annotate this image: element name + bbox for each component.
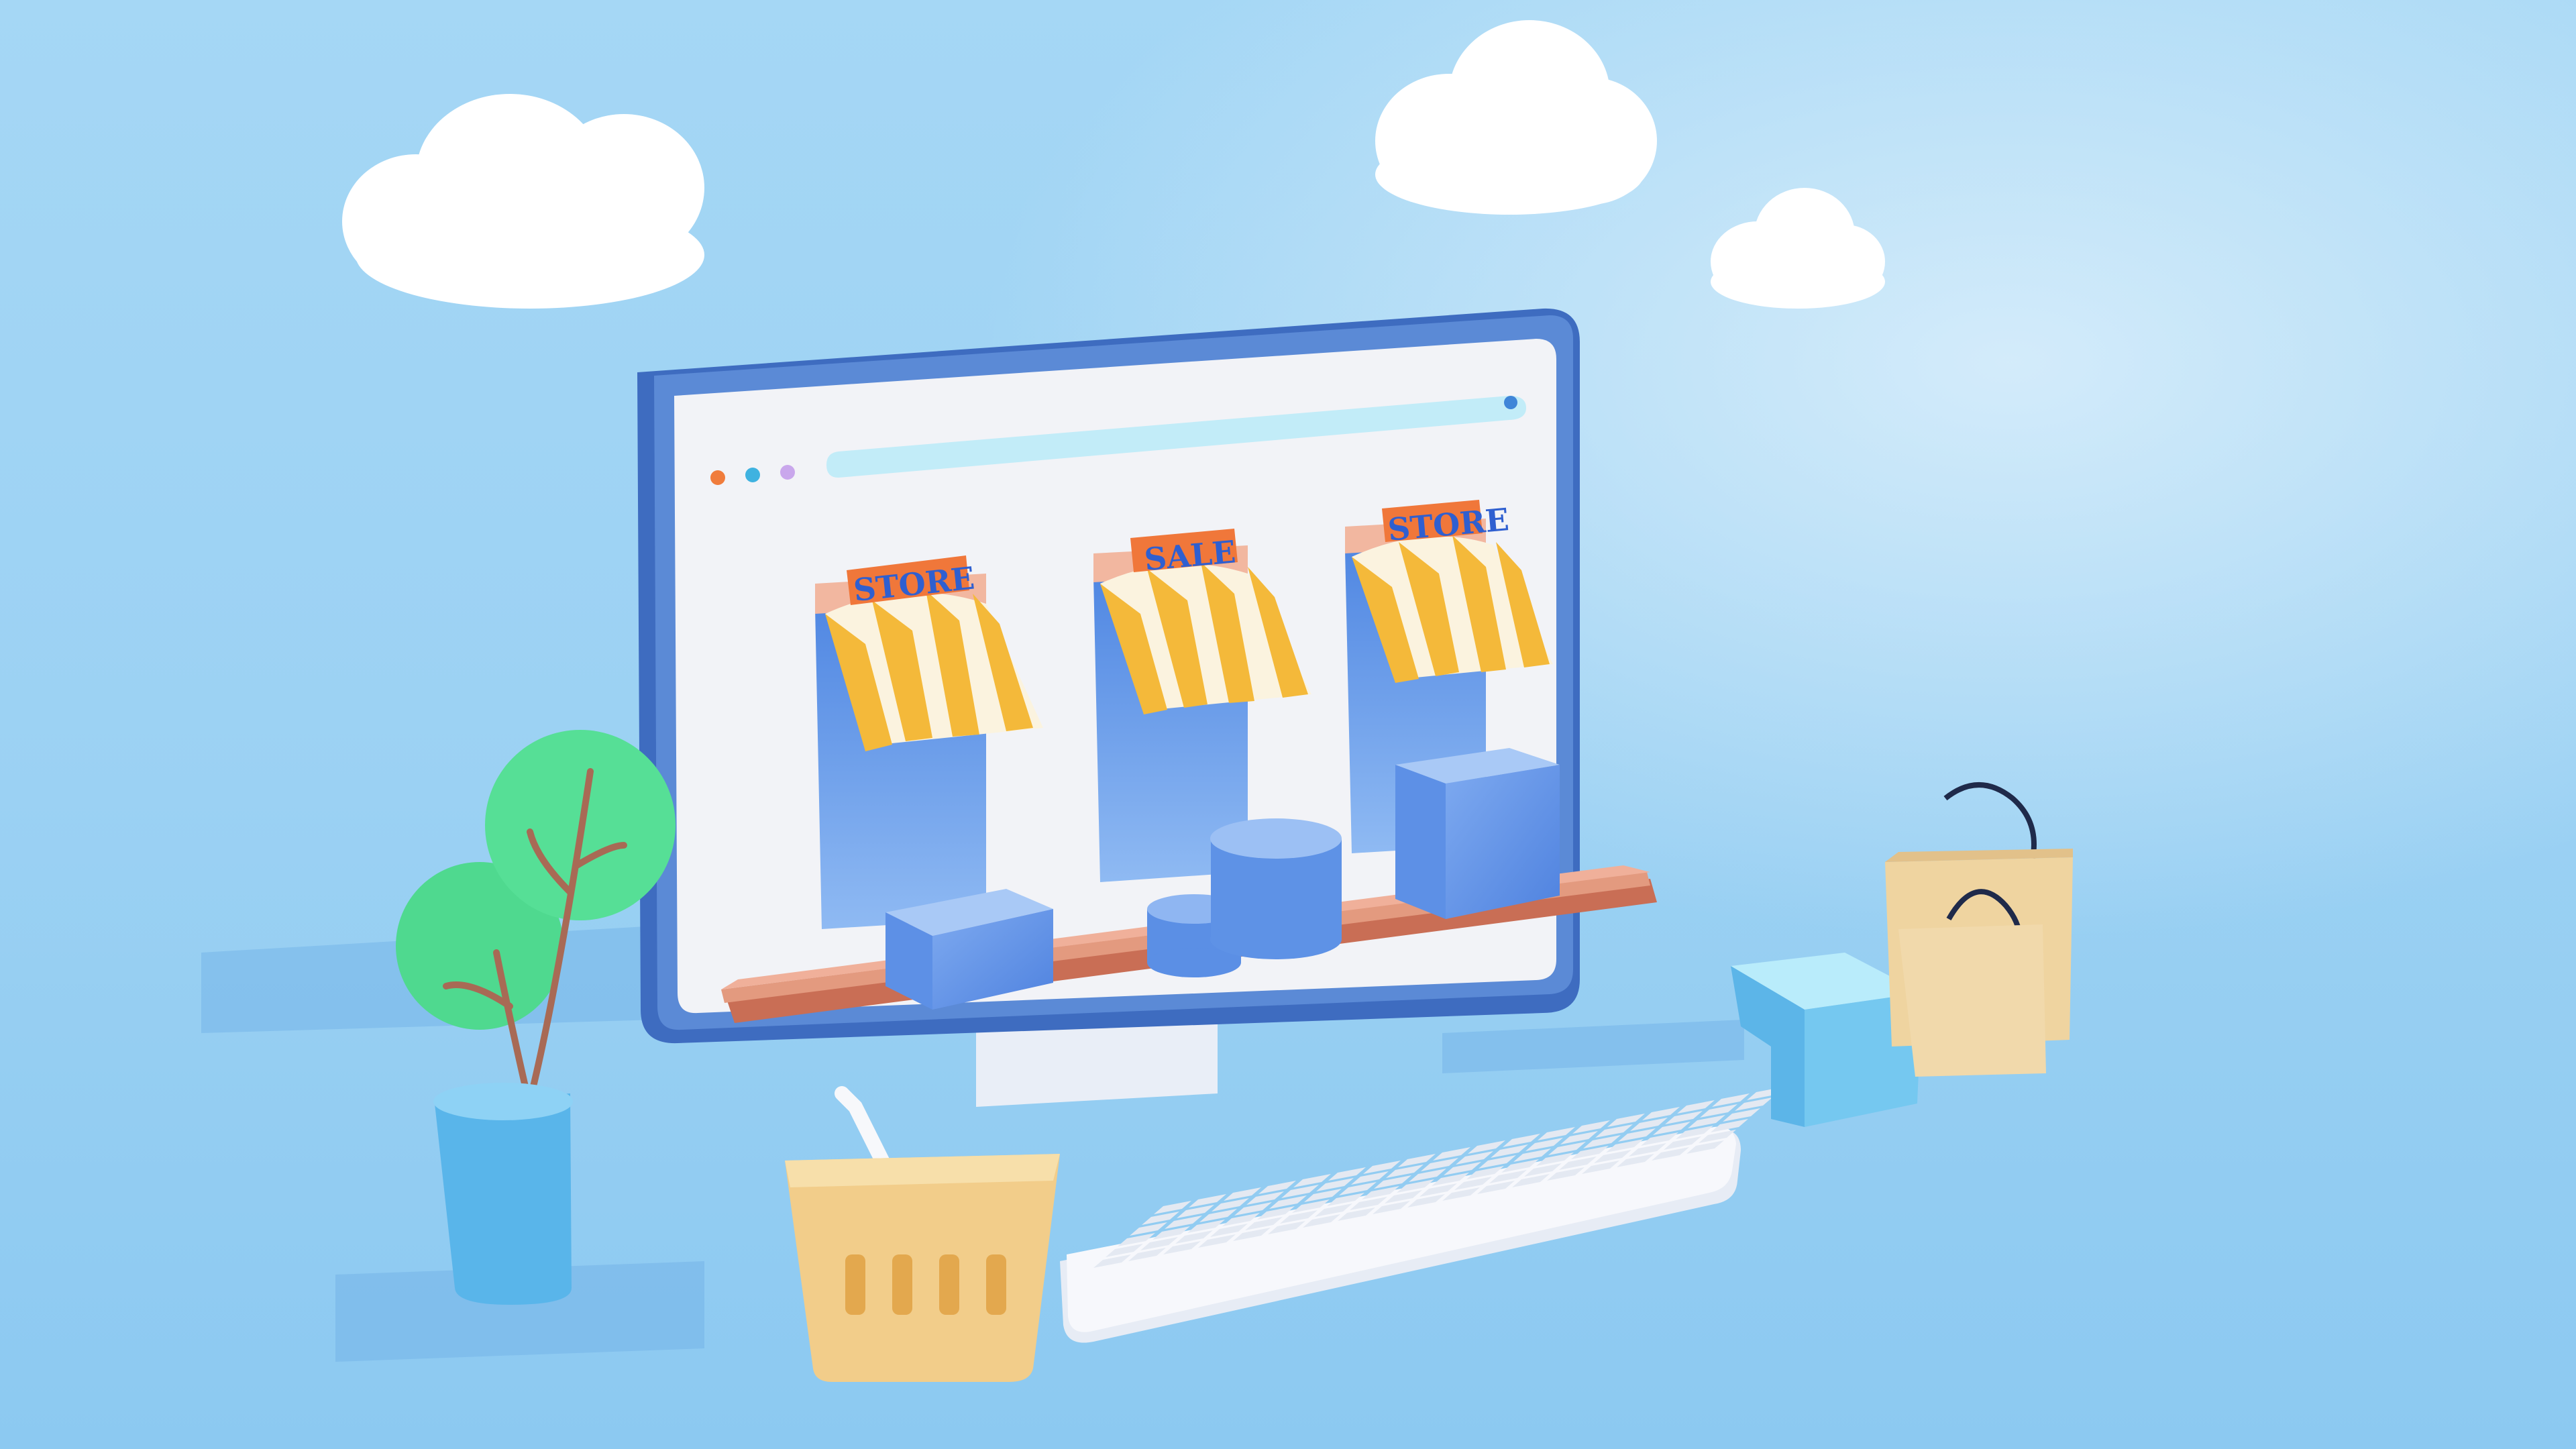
search-icon [1504, 396, 1517, 409]
ecommerce-3d-illustration: STORE SALE STORE [0, 0, 2576, 1449]
product-cylinder-large [1210, 818, 1342, 959]
product-box-right [1395, 748, 1560, 919]
